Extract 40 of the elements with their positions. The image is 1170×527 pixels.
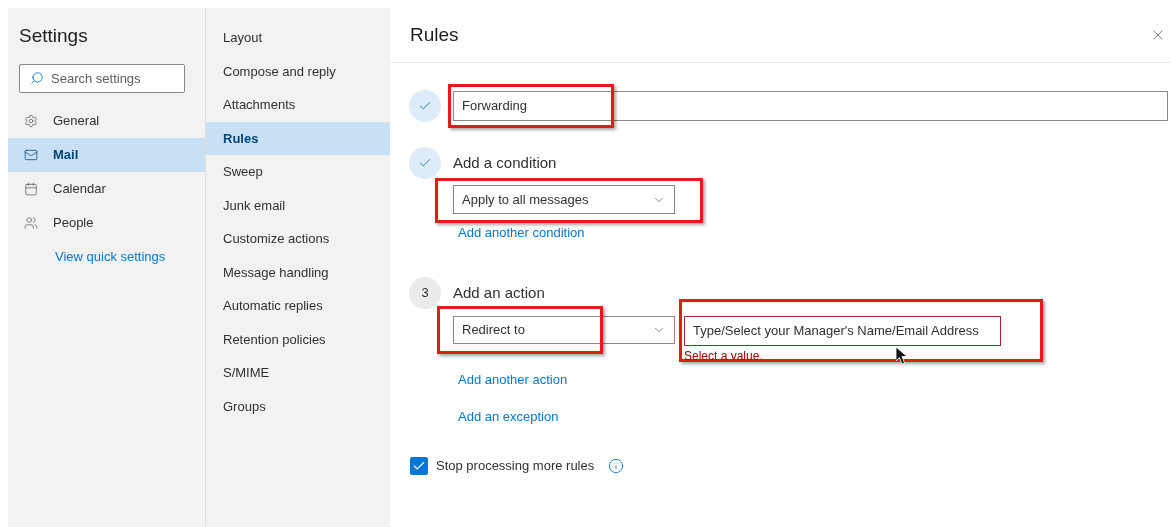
info-icon[interactable]	[608, 457, 625, 474]
checkbox-label: Stop processing more rules	[436, 457, 595, 475]
subnav-item[interactable]: Automatic replies	[206, 289, 390, 323]
quick-settings-link[interactable]: View quick settings	[55, 247, 166, 267]
check-icon	[418, 99, 432, 113]
sidebar-title: Settings	[19, 23, 88, 48]
add-link[interactable]: Add another condition	[458, 223, 585, 243]
add-link[interactable]: Add an exception	[458, 407, 559, 427]
step-number: 3	[409, 277, 441, 309]
nav-item[interactable]: Mail	[8, 138, 205, 172]
check-icon	[418, 156, 432, 170]
nav-item[interactable]: Calendar	[8, 172, 205, 206]
checkbox[interactable]	[410, 456, 428, 475]
nav-item[interactable]: General	[8, 104, 205, 138]
subnav-item[interactable]: S/MIME	[206, 356, 390, 390]
subnav-item[interactable]: Rules	[206, 121, 390, 155]
gear-icon	[24, 114, 38, 128]
step-title: Add a condition	[453, 152, 557, 173]
text-field[interactable]: Forwarding	[453, 91, 1168, 121]
subnav-item[interactable]: Sweep	[206, 155, 390, 189]
search-field[interactable]: Search settings	[19, 64, 185, 93]
nav-item[interactable]: People	[8, 206, 205, 240]
step-title: Add an action	[453, 282, 545, 303]
dropdown[interactable]: Apply to all messages	[453, 185, 675, 214]
subnav-item[interactable]: Retention policies	[206, 322, 390, 356]
panel-title: Rules	[410, 22, 459, 47]
subnav-item[interactable]: Groups	[206, 389, 390, 423]
subnav-item[interactable]: Attachments	[206, 88, 390, 122]
subnav-item[interactable]: Layout	[206, 21, 390, 55]
subnav-item[interactable]: Customize actions	[206, 222, 390, 256]
dropdown[interactable]: Redirect to	[453, 316, 675, 344]
subnav-item[interactable]: Compose and reply	[206, 54, 390, 88]
subnav-item[interactable]: Message handling	[206, 255, 390, 289]
subnav-item[interactable]: Junk email	[206, 188, 390, 222]
envelope-icon	[24, 148, 38, 162]
text-field[interactable]: Type/Select your Manager's Name/Email Address	[684, 316, 1001, 346]
search-icon	[30, 71, 44, 85]
people-icon	[24, 216, 38, 230]
calendar-icon	[24, 182, 38, 196]
add-link[interactable]: Add another action	[458, 370, 568, 390]
